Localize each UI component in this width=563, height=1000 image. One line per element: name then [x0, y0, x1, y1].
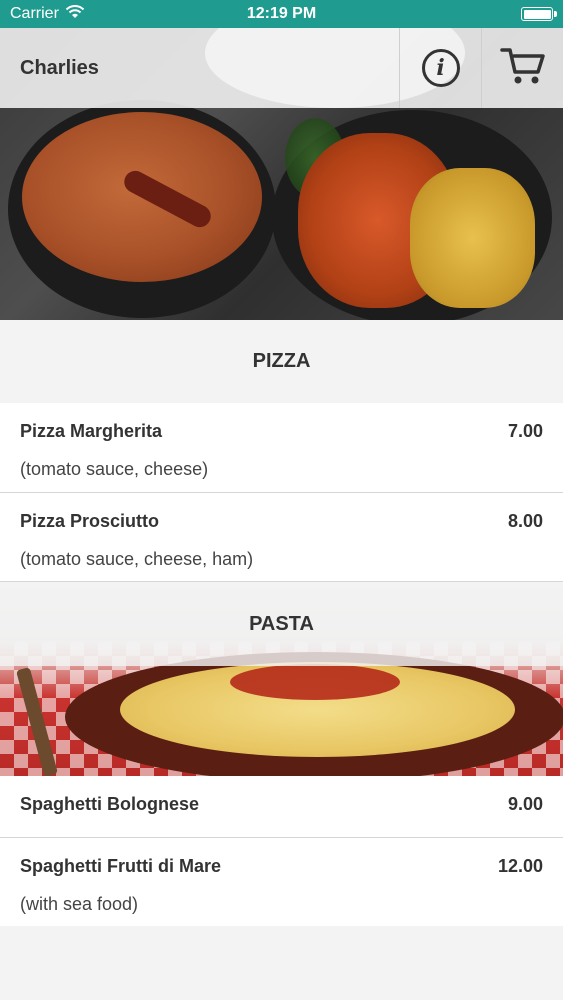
status-bar: Carrier 12:19 PM [0, 0, 563, 28]
bottom-area [0, 926, 563, 1000]
item-name: Pizza Prosciutto [20, 510, 160, 531]
info-button[interactable]: i [399, 28, 481, 108]
item-price: 9.00 [507, 793, 543, 814]
section-header-pasta: PASTA [0, 582, 563, 666]
menu-item-spaghetti-bolognese[interactable]: Spaghetti Bolognese 9.00 [0, 776, 563, 838]
item-description: (tomato sauce, cheese) [20, 459, 209, 479]
pasta-food-image: PASTA [0, 582, 563, 776]
menu-item-spaghetti-frutti-di-mare[interactable]: Spaghetti Frutti di Mare 12.00 (with sea… [0, 838, 563, 926]
carrier-label: Carrier [10, 5, 59, 22]
menu-item-pizza-prosciutto[interactable]: Pizza Prosciutto 8.00 (tomato sauce, che… [0, 493, 563, 582]
item-name: Pizza Margherita [20, 420, 163, 441]
app-title: Charlies [20, 56, 99, 79]
item-price: 12.00 [497, 855, 543, 876]
cart-button[interactable] [481, 28, 563, 108]
menu-item-pizza-margherita[interactable]: Pizza Margherita 7.00 (tomato sauce, che… [0, 403, 563, 493]
info-icon: i [421, 49, 460, 87]
nav-bar: Charlies i [0, 28, 563, 108]
wifi-icon [65, 4, 85, 24]
battery-icon [521, 7, 557, 21]
item-name: Spaghetti Bolognese [20, 793, 200, 814]
cart-icon [499, 46, 546, 91]
section-header-pizza: PIZZA [0, 320, 563, 403]
item-description: (with sea food) [20, 894, 139, 914]
status-left: Carrier [10, 4, 85, 24]
item-description: (tomato sauce, cheese, ham) [20, 549, 254, 569]
item-name: Spaghetti Frutti di Mare [20, 855, 222, 876]
item-price: 7.00 [507, 420, 543, 441]
item-price: 8.00 [507, 510, 543, 531]
